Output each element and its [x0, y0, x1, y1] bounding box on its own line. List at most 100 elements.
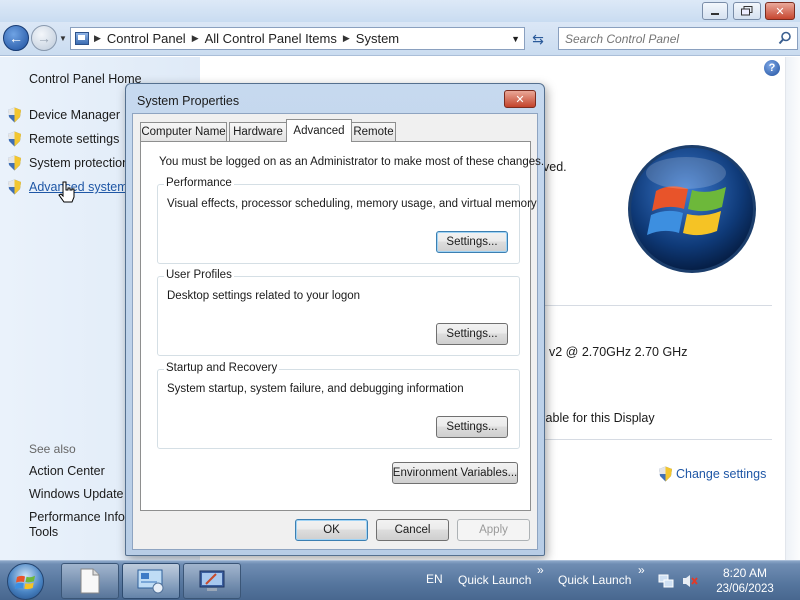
clock-time[interactable]: 8:20 AM: [705, 566, 785, 580]
shield-icon: [659, 466, 672, 482]
volume-muted-icon[interactable]: [682, 573, 698, 589]
user-profiles-group: User Profiles Desktop settings related t…: [157, 269, 520, 356]
section-divider: [540, 305, 772, 306]
dialog-body: Computer Name Hardware Advanced Remote Y…: [132, 113, 544, 550]
user-profiles-settings-button[interactable]: Settings...: [436, 323, 508, 345]
environment-variables-button[interactable]: Environment Variables...: [392, 462, 518, 484]
breadcrumb-control-panel[interactable]: Control Panel: [103, 31, 190, 46]
window-titlebar: ✕: [0, 0, 800, 22]
group-title: Startup and Recovery: [164, 362, 280, 374]
tab-computer-name[interactable]: Computer Name: [140, 122, 227, 141]
breadcrumb-all-items[interactable]: All Control Panel Items: [201, 31, 341, 46]
dialog-close-button[interactable]: ✕: [504, 90, 536, 108]
shield-icon: [8, 155, 21, 171]
sidebar-item-label: System protection: [29, 156, 130, 170]
taskbar: EN Quick Launch » Quick Launch » 8:20 AM…: [0, 560, 800, 600]
shield-icon: [8, 131, 21, 147]
quick-launch-toolbar-2[interactable]: Quick Launch: [558, 573, 631, 587]
ok-button[interactable]: OK: [295, 519, 368, 541]
chevron-right-icon[interactable]: »: [638, 563, 645, 577]
group-description: Visual effects, processor scheduling, me…: [167, 198, 537, 210]
performance-info-link[interactable]: Performance Infor: [29, 510, 129, 524]
advanced-tab-panel: You must be logged on as an Administrato…: [140, 141, 544, 511]
shield-icon: [8, 179, 21, 195]
start-button[interactable]: [7, 563, 44, 600]
search-icon[interactable]: [778, 31, 792, 45]
dialog-title: System Properties: [137, 94, 240, 108]
close-icon: ✕: [775, 5, 785, 18]
taskbar-control-panel-button[interactable]: [122, 563, 180, 599]
group-title: Performance: [164, 177, 234, 189]
address-bar[interactable]: ▶ Control Panel ▶ All Control Panel Item…: [70, 27, 525, 50]
action-center-link[interactable]: Action Center: [29, 464, 105, 478]
computer-icon: [199, 570, 225, 591]
tab-hardware[interactable]: Hardware: [229, 122, 287, 141]
address-dropdown-icon[interactable]: ▼: [511, 34, 520, 44]
control-panel-icon: [137, 569, 164, 594]
performance-group: Performance Visual effects, processor sc…: [157, 177, 537, 264]
sidebar-item-label: Advanced system: [29, 180, 128, 194]
refresh-button[interactable]: ⇆: [528, 29, 548, 49]
chevron-right-icon[interactable]: ▶: [92, 33, 103, 44]
quick-launch-toolbar-1[interactable]: Quick Launch: [458, 573, 531, 587]
tab-advanced[interactable]: Advanced: [286, 119, 352, 142]
group-description: Desktop settings related to your logon: [167, 290, 361, 302]
chevron-right-icon[interactable]: ▶: [190, 33, 201, 44]
search-box[interactable]: [558, 27, 798, 50]
restore-button[interactable]: [733, 2, 761, 20]
hand-cursor-icon: [58, 181, 75, 203]
shield-icon: [8, 107, 21, 123]
group-description: System startup, system failure, and debu…: [167, 383, 464, 395]
help-icon[interactable]: ?: [764, 60, 780, 76]
change-settings-link[interactable]: Change settings: [658, 466, 766, 482]
performance-settings-button[interactable]: Settings...: [436, 231, 508, 253]
clock-date[interactable]: 23/06/2023: [705, 583, 785, 595]
history-dropdown-icon[interactable]: ▼: [59, 34, 67, 43]
breadcrumb-system[interactable]: System: [352, 31, 403, 46]
chevron-right-icon[interactable]: ▶: [341, 33, 352, 44]
change-settings-label: Change settings: [676, 467, 767, 481]
startup-recovery-settings-button[interactable]: Settings...: [436, 416, 508, 438]
cancel-button[interactable]: Cancel: [376, 519, 449, 541]
see-also-heading: See also: [29, 442, 76, 456]
sidebar-item-device-manager[interactable]: Device Manager: [7, 106, 120, 124]
tab-remote[interactable]: Remote: [351, 122, 396, 141]
refresh-icon: ⇆: [532, 30, 544, 47]
pen-touch-text: ilable for this Display: [540, 411, 655, 425]
sidebar-item-remote-settings[interactable]: Remote settings: [7, 130, 119, 148]
document-icon: [80, 568, 100, 594]
control-panel-icon: [75, 32, 89, 45]
performance-tools-link[interactable]: Tools: [29, 525, 58, 539]
sidebar-item-label: Device Manager: [29, 108, 121, 122]
minimize-icon: [711, 13, 719, 15]
admin-note: You must be logged on as an Administrato…: [159, 156, 545, 168]
section-divider: [540, 439, 772, 440]
taskbar-system-properties-button[interactable]: [183, 563, 241, 599]
chevron-right-icon[interactable]: »: [537, 563, 544, 577]
system-properties-dialog: System Properties ✕ Computer Name Hardwa…: [125, 83, 545, 556]
vertical-scrollbar[interactable]: [785, 57, 800, 560]
control-panel-home-link[interactable]: Control Panel Home: [29, 72, 142, 86]
arrow-right-icon: →: [37, 30, 51, 46]
navigation-bar: ← → ▼ ▶ Control Panel ▶ All Control Pane…: [0, 22, 800, 56]
apply-button[interactable]: Apply: [457, 519, 530, 541]
forward-button[interactable]: →: [31, 25, 57, 51]
sidebar-item-system-protection[interactable]: System protection: [7, 154, 129, 172]
windows-edition-text: ved.: [543, 160, 567, 174]
taskbar-notepad-button[interactable]: [61, 563, 119, 599]
language-indicator[interactable]: EN: [426, 572, 443, 586]
windows-update-link[interactable]: Windows Update: [29, 487, 124, 501]
processor-speed-text: v2 @ 2.70GHz 2.70 GHz: [549, 345, 688, 359]
back-button[interactable]: ←: [3, 25, 29, 51]
window-close-button[interactable]: ✕: [765, 2, 795, 20]
windows-flag-icon: [14, 575, 35, 590]
startup-recovery-group: Startup and Recovery System startup, sys…: [157, 362, 520, 449]
close-icon: ✕: [515, 93, 525, 106]
search-input[interactable]: [559, 28, 769, 49]
group-title: User Profiles: [164, 269, 234, 281]
restore-icon: [741, 6, 753, 16]
minimize-button[interactable]: [702, 2, 728, 20]
windows-logo-icon: [628, 145, 756, 273]
network-icon[interactable]: [658, 573, 674, 589]
sidebar-item-label: Remote settings: [29, 132, 120, 146]
